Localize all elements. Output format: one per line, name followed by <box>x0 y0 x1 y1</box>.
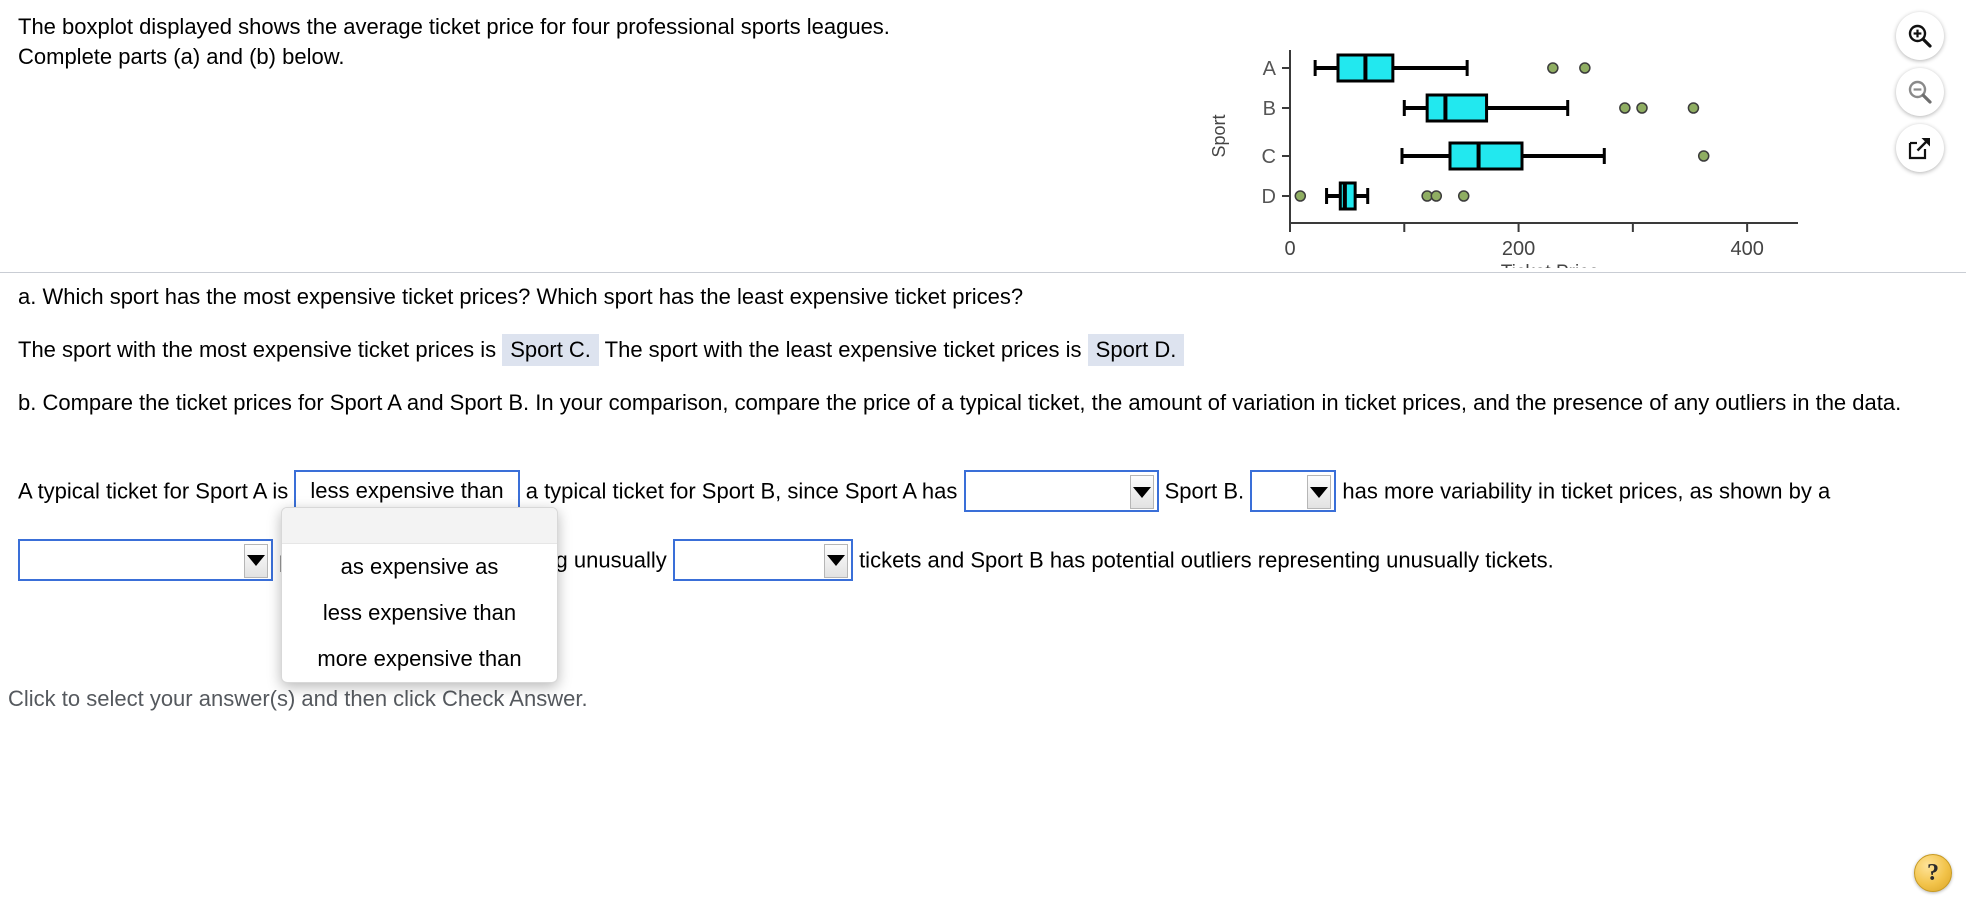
y-axis-label: Sport <box>1209 114 1229 157</box>
comparison-dropdown-menu[interactable]: as expensive as less expensive than more… <box>281 507 558 683</box>
part-b-seg2: a typical ticket for Sport B, since Spor… <box>525 478 958 504</box>
zoom-out-icon[interactable] <box>1896 68 1944 116</box>
zoom-out-glyph <box>1908 80 1932 104</box>
help-button[interactable]: ? <box>1914 854 1952 892</box>
x-axis-label: Ticket Price <box>1501 262 1600 268</box>
dropdown-option-1[interactable]: less expensive than <box>282 590 557 636</box>
part-b-seg5: ticket prices, as shown by a <box>1561 478 1831 504</box>
footer-hint: Click to select your answer(s) and then … <box>8 686 588 711</box>
chevron-down-icon <box>823 543 848 578</box>
boxplot-chart: AB CD Sport 0 200 400 Ticket Price <box>1195 8 1835 268</box>
variability-dropdown[interactable] <box>1250 470 1337 513</box>
outliers-b-dropdown[interactable] <box>672 538 853 581</box>
x-tick-400: 400 <box>1730 238 1763 260</box>
part-b-question: b. Compare the ticket prices for Sport A… <box>18 390 1902 415</box>
boxplot-C <box>1400 141 1710 171</box>
zoom-in-glyph <box>1908 24 1932 48</box>
chevron-down-icon <box>244 543 268 578</box>
most-expensive-answer[interactable]: Sport C. <box>502 334 599 366</box>
problem-statement: The boxplot displayed shows the average … <box>18 14 890 69</box>
part-b-seg3: Sport B. <box>1164 478 1245 504</box>
chevron-down-icon <box>1307 475 1332 510</box>
part-b-seg1: A typical ticket for Sport A is <box>18 478 289 504</box>
boxplot-svg: AB CD Sport 0 200 400 Ticket Price <box>1209 50 1798 268</box>
dropdown-option-0[interactable]: as expensive as <box>282 544 557 590</box>
x-tick-0: 0 <box>1284 238 1295 260</box>
boxplot-D <box>1294 181 1470 211</box>
part-a-question: a. Which sport has the most expensive ti… <box>18 284 1024 309</box>
least-expensive-answer[interactable]: Sport D. <box>1087 334 1185 366</box>
y-tick-D: D <box>1262 186 1276 208</box>
section-divider <box>0 272 1966 273</box>
x-tick-200: 200 <box>1502 238 1535 260</box>
compare-b-dropdown[interactable] <box>963 470 1159 513</box>
part-a-answer-prefix: The sport with the most expensive ticket… <box>18 337 497 362</box>
part-b-seg4: has more variability in <box>1342 478 1556 504</box>
y-tick-B: B <box>1263 98 1276 120</box>
problem-header-region: The boxplot displayed shows the average … <box>0 0 1966 272</box>
y-tick-C: C <box>1262 146 1276 168</box>
zoom-in-icon[interactable] <box>1896 12 1944 60</box>
y-tick-A: A <box>1263 58 1277 80</box>
boxplot-B <box>1402 93 1700 123</box>
chevron-down-icon <box>1129 475 1154 510</box>
part-b-seg9: tickets. <box>1485 547 1554 573</box>
comparison-dropdown-a[interactable]: less expensive than <box>294 470 520 513</box>
outliers-a-dropdown[interactable] <box>18 538 273 581</box>
part-b-seg7: tickets and Sport B has potential <box>859 547 1175 573</box>
popout-icon[interactable] <box>1896 124 1944 172</box>
part-a-answer-line: The sport with the most expensive ticket… <box>18 334 1518 366</box>
part-b-seg8: outliers representing unusually <box>1180 547 1480 573</box>
dropdown-option-blank[interactable] <box>282 508 557 544</box>
dropdown-option-2[interactable]: more expensive than <box>282 636 557 682</box>
popout-glyph <box>1908 138 1930 160</box>
part-a-answer-middle: The sport with the least expensive ticke… <box>604 337 1082 362</box>
boxplot-A <box>1313 53 1591 83</box>
